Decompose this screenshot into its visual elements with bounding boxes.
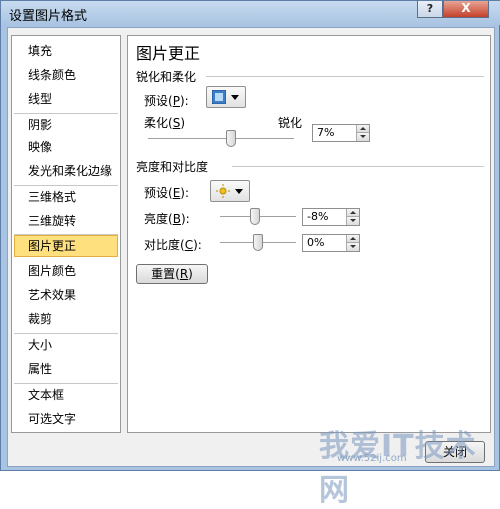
nav-item-text-box[interactable]: 文本框 xyxy=(14,384,118,406)
chevron-down-icon xyxy=(235,189,243,194)
spin-up-icon[interactable] xyxy=(346,209,359,217)
sharpen-label: 锐化 xyxy=(278,116,303,130)
spin-up-icon[interactable] xyxy=(346,235,359,243)
nav-item-alt-text[interactable]: 可选文字 xyxy=(14,408,118,430)
nav-item-3d-format[interactable]: 三维格式 xyxy=(14,186,118,208)
sharpen-slider-track[interactable] xyxy=(148,138,294,140)
nav-item-properties[interactable]: 属性 xyxy=(14,358,118,380)
nav-item-picture-color[interactable]: 图片颜色 xyxy=(14,260,118,282)
brightness-value-spinner[interactable]: -8% xyxy=(302,208,360,226)
sharpen-preset-label: 预设(P): xyxy=(144,94,189,108)
spin-down-icon[interactable] xyxy=(346,217,359,225)
sharpen-slider-thumb[interactable] xyxy=(226,130,237,147)
section-divider xyxy=(232,166,484,167)
close-window-button[interactable]: X xyxy=(443,1,489,18)
watermark-url: www.52ij.com xyxy=(337,453,407,464)
contrast-slider-thumb[interactable] xyxy=(253,234,263,251)
panel-title: 图片更正 xyxy=(136,44,201,63)
help-button[interactable]: ? xyxy=(417,1,443,18)
title-bar[interactable]: 设置图片格式 ? X xyxy=(1,1,500,25)
nav-item-fill[interactable]: 填充 xyxy=(14,40,118,62)
section-divider xyxy=(206,76,484,77)
nav-item-picture-corrections[interactable]: 图片更正 xyxy=(14,235,118,257)
spin-down-icon[interactable] xyxy=(356,133,369,141)
nav-item-shadow[interactable]: 阴影 xyxy=(14,114,118,136)
nav-item-3d-rotation[interactable]: 三维旋转 xyxy=(14,210,118,232)
nav-item-size[interactable]: 大小 xyxy=(14,334,118,356)
contrast-value-spinner[interactable]: 0% xyxy=(302,234,360,252)
section-heading-brightness: 亮度和对比度 xyxy=(136,160,209,174)
brightness-preset-dropdown[interactable] xyxy=(210,180,250,202)
nav-item-line-style[interactable]: 线型 xyxy=(14,88,118,110)
nav-item-line-color[interactable]: 线条颜色 xyxy=(14,64,118,86)
sharpen-value-spinner[interactable]: 7% xyxy=(312,124,370,142)
contrast-value: 0% xyxy=(307,236,325,249)
nav-item-crop[interactable]: 裁剪 xyxy=(14,308,118,330)
brightness-label: 亮度(B): xyxy=(144,212,190,226)
sun-icon xyxy=(216,184,230,198)
spin-up-icon[interactable] xyxy=(356,125,369,133)
reset-button[interactable]: 重置(R) xyxy=(136,264,208,284)
dialog-window: 设置图片格式 ? X 填充 线条颜色 线型 阴影 映像 发光和柔化边缘 三维格式… xyxy=(0,0,500,508)
contrast-label: 对比度(C): xyxy=(144,238,202,252)
chevron-down-icon xyxy=(231,95,239,100)
nav-item-artistic-effects[interactable]: 艺术效果 xyxy=(14,284,118,306)
nav-item-reflection[interactable]: 映像 xyxy=(14,136,118,158)
soften-label: 柔化(S) xyxy=(144,116,186,130)
spin-down-icon[interactable] xyxy=(346,243,359,251)
brightness-slider-thumb[interactable] xyxy=(249,208,260,225)
category-list: 填充 线条颜色 线型 阴影 映像 发光和柔化边缘 三维格式 三维旋转 图片更正 … xyxy=(11,35,121,433)
sharpen-preset-dropdown[interactable] xyxy=(206,86,246,108)
nav-item-glow[interactable]: 发光和柔化边缘 xyxy=(14,160,118,182)
settings-panel: 图片更正 锐化和柔化 预设(P): 柔化(S) 锐化 7% 亮度和对比度 预设(… xyxy=(127,35,491,433)
watermark: 我爱IT技术网 xyxy=(319,429,477,508)
section-heading-sharpen: 锐化和柔化 xyxy=(136,70,197,84)
sharpen-preset-icon xyxy=(212,90,226,104)
brightness-preset-label: 预设(E): xyxy=(144,186,190,200)
brightness-value: -8% xyxy=(307,210,329,223)
sharpen-value: 7% xyxy=(317,126,335,139)
window-title: 设置图片格式 xyxy=(9,9,88,24)
